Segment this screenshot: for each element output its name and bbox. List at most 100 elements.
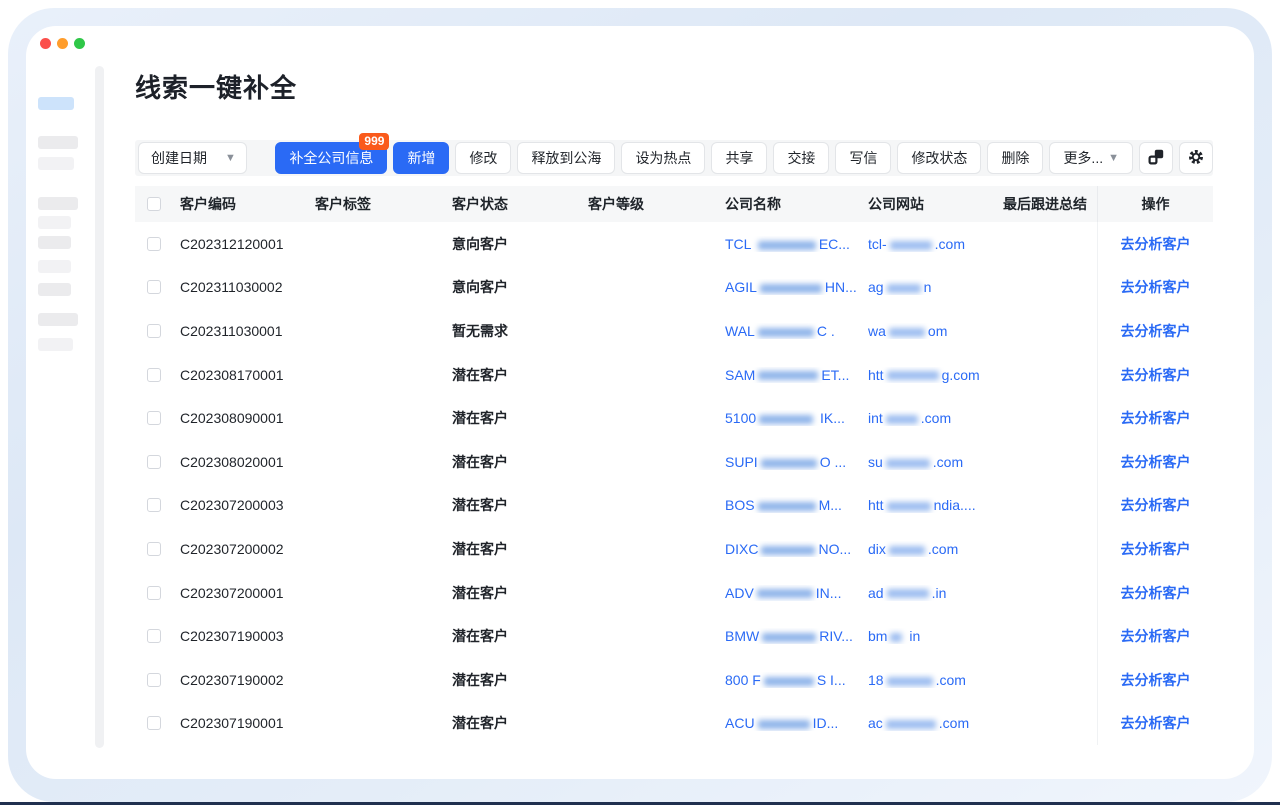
row-checkbox[interactable]	[147, 542, 161, 556]
action-cell: 去分析客户	[1097, 527, 1213, 571]
table-row: C202311030002意向客户AGILHN...agn去分析客户	[135, 266, 1213, 310]
toolbar-button-5[interactable]: 写信	[835, 142, 891, 174]
redacted-text	[886, 459, 930, 468]
action-cell: 去分析客户	[1097, 266, 1213, 310]
action-cell: 去分析客户	[1097, 484, 1213, 528]
table-body: C202312120001意向客户TCL EC...tcl-.com去分析客户C…	[135, 222, 1213, 745]
visible-text: DIXC	[725, 541, 758, 557]
table-row: C202308170001潜在客户SAMET...httg.com去分析客户	[135, 353, 1213, 397]
sidebar-item-placeholder[interactable]	[38, 260, 71, 273]
customer-status-cell: 潜在客户	[452, 495, 588, 515]
redacted-text	[758, 328, 814, 337]
toolbar-button-1[interactable]: 释放到公海	[517, 142, 615, 174]
toolbar-button-2[interactable]: 设为热点	[621, 142, 705, 174]
analyze-customer-link[interactable]: 去分析客户	[1121, 452, 1191, 472]
date-filter-dropdown[interactable]: 创建日期 ▼	[138, 142, 247, 174]
analyze-customer-link[interactable]: 去分析客户	[1121, 713, 1191, 733]
sidebar-item-placeholder[interactable]	[38, 136, 78, 149]
row-checkbox[interactable]	[147, 411, 161, 425]
chevron-down-icon: ▼	[1108, 153, 1119, 164]
row-checkbox[interactable]	[147, 586, 161, 600]
close-window-button[interactable]	[40, 38, 51, 49]
toolbar-button-4[interactable]: 交接	[773, 142, 829, 174]
action-cell: 去分析客户	[1097, 658, 1213, 702]
redacted-text	[762, 633, 816, 642]
redacted-text	[890, 633, 902, 642]
analyze-customer-link[interactable]: 去分析客户	[1121, 539, 1191, 559]
customer-status-cell: 潜在客户	[452, 626, 588, 646]
visible-text: ag	[868, 279, 884, 295]
redacted-text	[764, 677, 814, 686]
visible-text: IK...	[816, 410, 845, 426]
settings-button[interactable]	[1179, 142, 1213, 174]
analyze-customer-link[interactable]: 去分析客户	[1121, 495, 1191, 515]
customer-code-cell: C202307200002	[180, 541, 315, 557]
row-checkbox[interactable]	[147, 455, 161, 469]
action-cell: 去分析客户	[1097, 702, 1213, 746]
more-button[interactable]: 更多... ▼	[1049, 142, 1133, 174]
row-checkbox[interactable]	[147, 324, 161, 338]
toolbar-button-6[interactable]: 修改状态	[897, 142, 981, 174]
visible-text: su	[868, 454, 883, 470]
visible-text: ndia....	[934, 497, 976, 513]
analyze-customer-link[interactable]: 去分析客户	[1121, 365, 1191, 385]
redacted-text	[758, 720, 810, 729]
visible-text: WAL	[725, 323, 755, 339]
sidebar-item-placeholder[interactable]	[38, 236, 71, 249]
row-checkbox[interactable]	[147, 716, 161, 730]
sidebar-item-placeholder[interactable]	[38, 283, 71, 296]
toolbar-button-7[interactable]: 删除	[987, 142, 1043, 174]
visible-text: AGIL	[725, 279, 757, 295]
select-all-checkbox[interactable]	[147, 197, 161, 211]
customer-code-cell: C202311030002	[180, 279, 315, 295]
customer-status-cell: 意向客户	[452, 277, 588, 297]
count-badge: 999	[359, 133, 389, 150]
sidebar-item-placeholder[interactable]	[38, 313, 78, 326]
toolbar-button-3[interactable]: 共享	[711, 142, 767, 174]
company-name-cell: WALC .	[725, 323, 868, 339]
table-row: C202308020001潜在客户SUPIO ...su.com去分析客户	[135, 440, 1213, 484]
analyze-customer-link[interactable]: 去分析客户	[1121, 234, 1191, 254]
row-checkbox-cell	[135, 629, 180, 643]
table-row: C202307200001潜在客户ADVIN...ad.in去分析客户	[135, 571, 1213, 615]
row-checkbox-cell	[135, 324, 180, 338]
row-checkbox[interactable]	[147, 673, 161, 687]
customer-status-cell: 意向客户	[452, 234, 588, 254]
analyze-customer-link[interactable]: 去分析客户	[1121, 670, 1191, 690]
sidebar-item-placeholder[interactable]	[38, 157, 74, 170]
row-checkbox[interactable]	[147, 280, 161, 294]
analyze-customer-link[interactable]: 去分析客户	[1121, 583, 1191, 603]
analyze-customer-link[interactable]: 去分析客户	[1121, 408, 1191, 428]
visible-text: SUPI	[725, 454, 758, 470]
visible-text: ET...	[821, 367, 849, 383]
customer-code-cell: C202307200001	[180, 585, 315, 601]
maximize-window-button[interactable]	[74, 38, 85, 49]
add-button[interactable]: 新增	[393, 142, 449, 174]
company-website-cell: httndia....	[868, 497, 1003, 513]
sidebar-item-placeholder[interactable]	[38, 197, 78, 210]
customer-code-cell: C202307190003	[180, 628, 315, 644]
customer-status-cell: 潜在客户	[452, 583, 588, 603]
switch-view-button[interactable]	[1139, 142, 1173, 174]
action-cell: 去分析客户	[1097, 353, 1213, 397]
row-checkbox[interactable]	[147, 237, 161, 251]
customer-status-cell: 潜在客户	[452, 365, 588, 385]
analyze-customer-link[interactable]: 去分析客户	[1121, 626, 1191, 646]
row-checkbox[interactable]	[147, 368, 161, 382]
minimize-window-button[interactable]	[57, 38, 68, 49]
sidebar-item-placeholder[interactable]	[38, 216, 71, 229]
company-name-cell: ADVIN...	[725, 585, 868, 601]
sidebar-item-placeholder[interactable]	[38, 338, 73, 351]
visible-text: O ...	[820, 454, 846, 470]
sidebar-item-active[interactable]	[38, 97, 74, 110]
row-checkbox[interactable]	[147, 498, 161, 512]
customer-code-cell: C202307200003	[180, 497, 315, 513]
header-checkbox-cell	[135, 197, 180, 211]
visible-text: TCL	[725, 236, 755, 252]
redacted-text	[887, 677, 933, 686]
row-checkbox[interactable]	[147, 629, 161, 643]
analyze-customer-link[interactable]: 去分析客户	[1121, 321, 1191, 341]
toolbar-button-0[interactable]: 修改	[455, 142, 511, 174]
analyze-customer-link[interactable]: 去分析客户	[1121, 277, 1191, 297]
complete-company-info-wrap: 补全公司信息 999	[275, 142, 387, 174]
